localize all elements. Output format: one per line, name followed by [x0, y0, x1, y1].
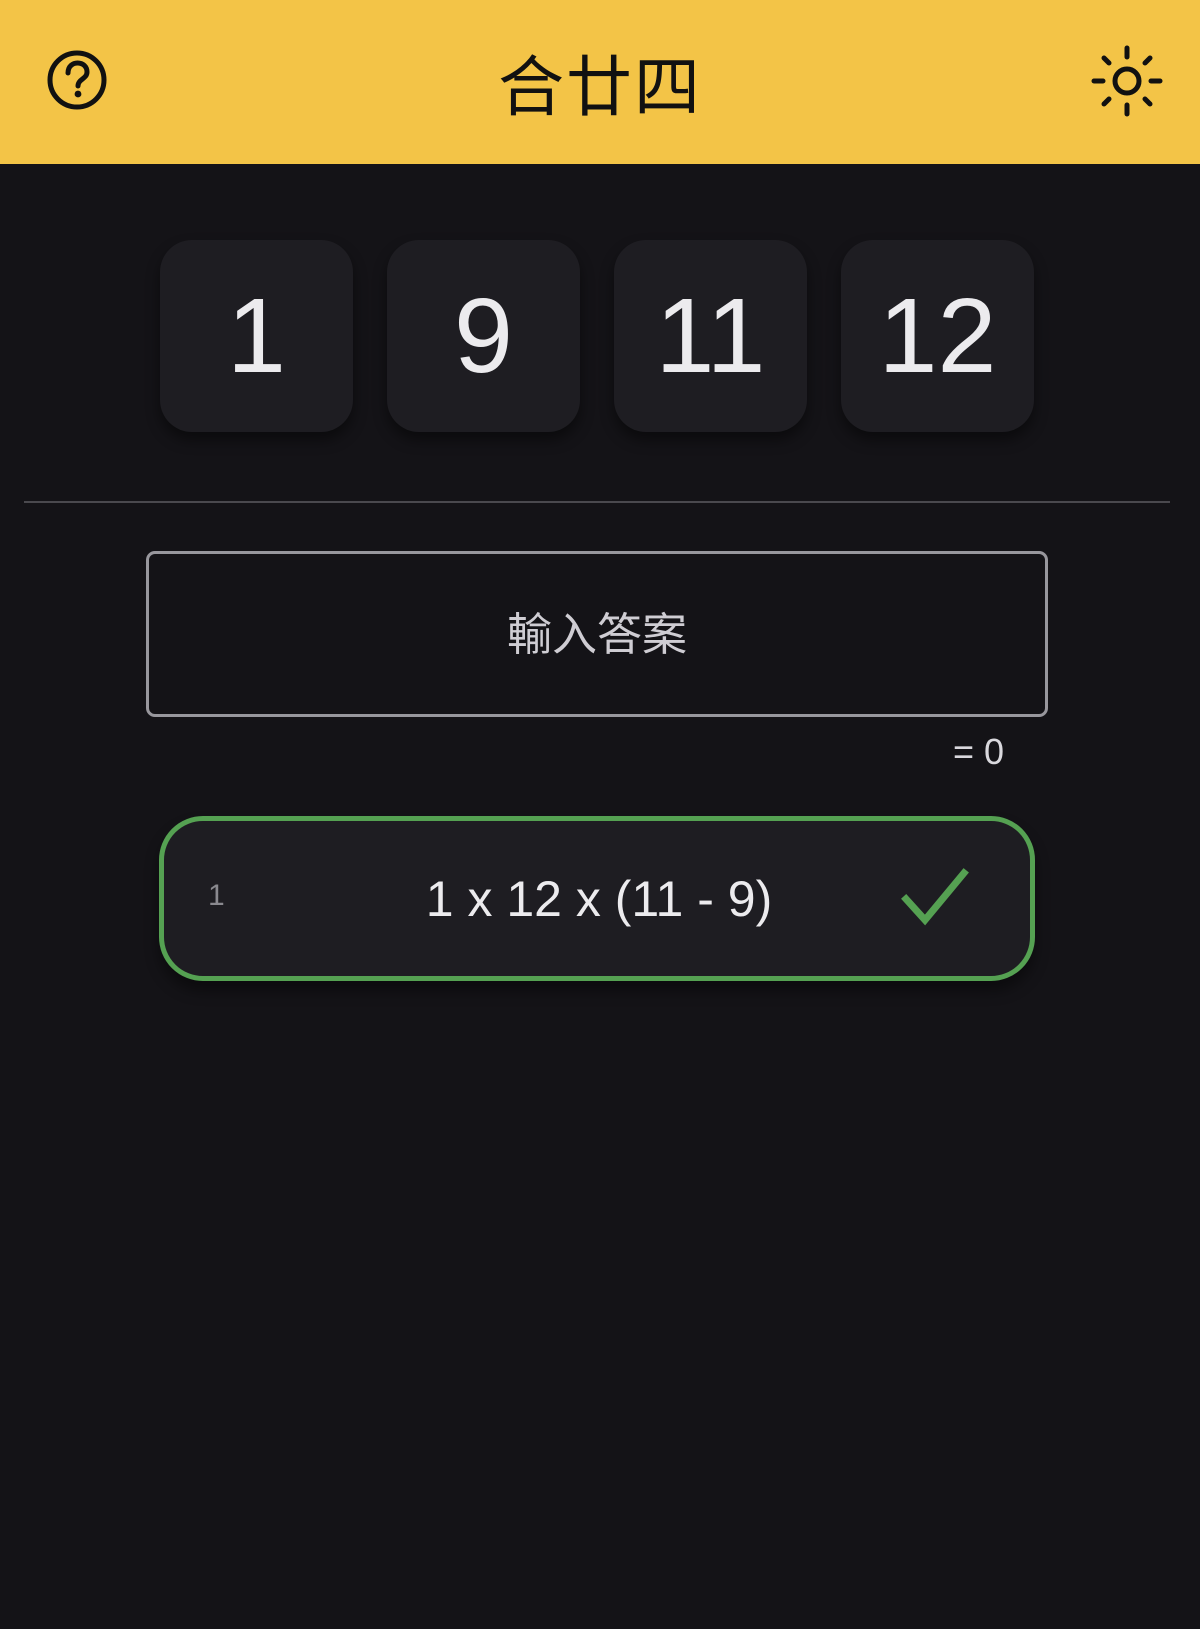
number-card-3[interactable]: 11	[614, 240, 807, 432]
solution-item[interactable]: 1 1 x 12 x (11 - 9)	[159, 816, 1035, 981]
sun-icon	[1091, 45, 1163, 117]
number-cards: 1 9 11 12	[160, 240, 1034, 432]
number-card-1[interactable]: 1	[160, 240, 353, 432]
divider	[24, 501, 1170, 503]
top-app-bar: 合廿四	[0, 0, 1200, 164]
result-value: = 0	[952, 731, 1004, 772]
solution-expression: 1 x 12 x (11 - 9)	[425, 871, 773, 927]
answer-input[interactable]	[146, 551, 1048, 717]
app-root: 合廿四 1 9 11 12 = 0	[0, 0, 1200, 1629]
check-icon	[901, 868, 969, 926]
app-title: 合廿四	[498, 49, 702, 126]
theme-toggle-button[interactable]	[1091, 45, 1163, 117]
help-circle-icon	[47, 50, 107, 110]
number-card-4[interactable]: 12	[841, 240, 1034, 432]
number-card-2[interactable]: 9	[387, 240, 580, 432]
solution-index: 1	[208, 879, 225, 912]
help-button[interactable]	[42, 45, 112, 115]
